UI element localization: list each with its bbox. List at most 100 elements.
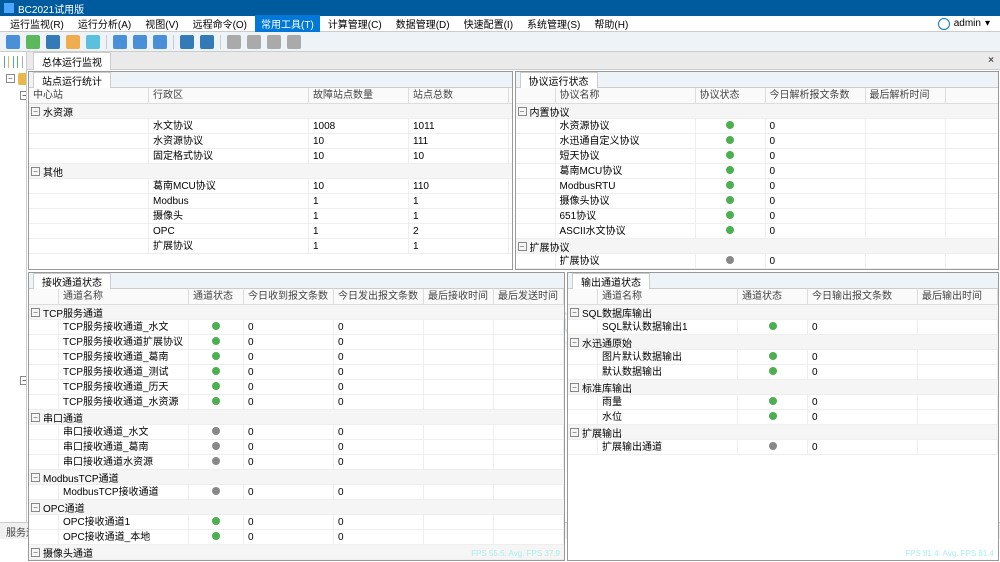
table-row[interactable]: 摄像头11 bbox=[29, 209, 512, 224]
table-row[interactable]: 水文协议10081011 bbox=[29, 119, 512, 134]
table-row[interactable]: 默认数据输出0 bbox=[568, 365, 998, 380]
table-row[interactable]: 水位0 bbox=[568, 410, 998, 425]
main: 总体运行监视 × 水迅通 WATER WAY 站点运行统计 中心站行政区故障站点… bbox=[27, 52, 1000, 522]
table-row[interactable]: TCP服务接收通道_历天00 bbox=[29, 380, 564, 395]
panel4-tab[interactable]: 输出通道状态 bbox=[572, 273, 650, 289]
titlebar: BC2021试用版 bbox=[0, 0, 1000, 16]
table-row[interactable]: 雨量0 bbox=[568, 395, 998, 410]
table-row[interactable]: 固定格式协议1010 bbox=[29, 149, 512, 164]
table-row[interactable]: ASCII水文协议0 bbox=[516, 224, 999, 239]
table-row[interactable]: 串口接收通道水资源00 bbox=[29, 455, 564, 470]
table-row[interactable]: TCP服务接收通道_葛南00 bbox=[29, 350, 564, 365]
table-row[interactable]: 扩展协议11 bbox=[29, 239, 512, 254]
menu-item[interactable]: 运行监视(R) bbox=[4, 15, 70, 32]
status-dot bbox=[726, 151, 734, 159]
tool-3[interactable] bbox=[46, 35, 60, 49]
tool-6[interactable] bbox=[113, 35, 127, 49]
menu-item[interactable]: 远程命令(O) bbox=[187, 15, 253, 32]
table-row[interactable]: 651协议0 bbox=[516, 209, 999, 224]
tool-13[interactable] bbox=[267, 35, 281, 49]
table-row[interactable]: 图片默认数据输出0 bbox=[568, 350, 998, 365]
table-row[interactable]: 串口接收通道_水文00 bbox=[29, 425, 564, 440]
main-tab[interactable]: 总体运行监视 bbox=[33, 52, 111, 70]
menu-item[interactable]: 视图(V) bbox=[139, 15, 184, 32]
table-row[interactable]: 水迅通自定义协议0 bbox=[516, 134, 999, 149]
table-row[interactable]: OPC接收通道_本地00 bbox=[29, 530, 564, 545]
status-dot bbox=[769, 352, 777, 360]
table-row[interactable]: 葛南MCU协议0 bbox=[516, 164, 999, 179]
sidebar-toolbar bbox=[2, 54, 24, 70]
table-row[interactable]: SQL默认数据输出10 bbox=[568, 320, 998, 335]
table-row[interactable]: OPC接收通道100 bbox=[29, 515, 564, 530]
expand-icon[interactable]: − bbox=[20, 376, 27, 385]
status-dot bbox=[726, 211, 734, 219]
panel2-tab[interactable]: 协议运行状态 bbox=[520, 72, 598, 88]
status-dot bbox=[726, 121, 734, 129]
tool-7[interactable] bbox=[133, 35, 147, 49]
status-dot bbox=[769, 412, 777, 420]
table-group[interactable]: −SQL数据库输出 bbox=[568, 305, 998, 320]
tree-node[interactable]: −接收通道 bbox=[18, 372, 24, 389]
tool-4[interactable] bbox=[66, 35, 80, 49]
tree-node[interactable]: −协议 bbox=[18, 87, 24, 104]
menu-item[interactable]: 帮助(H) bbox=[588, 15, 634, 32]
tool-8[interactable] bbox=[153, 35, 167, 49]
menu-item[interactable]: 数据管理(D) bbox=[390, 15, 456, 32]
menu-item[interactable]: 系统管理(S) bbox=[521, 15, 586, 32]
tree[interactable]: −采集系统架构−协议−SL651_2014651协议−SL651_2014_AS… bbox=[2, 70, 24, 522]
menu-item[interactable]: 运行分析(A) bbox=[72, 15, 137, 32]
table-group[interactable]: −标准库输出 bbox=[568, 380, 998, 395]
table-row[interactable]: 串口接收通道_葛南00 bbox=[29, 440, 564, 455]
username: admin bbox=[954, 18, 981, 29]
table-group[interactable]: −水迅通原始 bbox=[568, 335, 998, 350]
table-group[interactable]: −ModbusTCP通道 bbox=[29, 470, 564, 485]
table-group[interactable]: −扩展输出 bbox=[568, 425, 998, 440]
fps-right: FPS 81.4: Avg. FPS 81.4 bbox=[905, 549, 994, 558]
table-row[interactable]: 葛南MCU协议10110 bbox=[29, 179, 512, 194]
tree-root[interactable]: −采集系统架构 bbox=[4, 70, 24, 87]
tool-12[interactable] bbox=[247, 35, 261, 49]
table-row[interactable]: ModbusRTU0 bbox=[516, 179, 999, 194]
table-row[interactable]: TCP服务接收通道_水资源00 bbox=[29, 395, 564, 410]
status-dot bbox=[212, 517, 220, 525]
panel3-tab[interactable]: 接收通道状态 bbox=[33, 273, 111, 289]
table-row[interactable]: OPC12 bbox=[29, 224, 512, 239]
table-group[interactable]: −扩展协议 bbox=[516, 239, 999, 254]
tool-11[interactable] bbox=[227, 35, 241, 49]
table-row[interactable]: TCP服务接收通道_测试00 bbox=[29, 365, 564, 380]
table-row[interactable]: TCP服务接收通道_水文00 bbox=[29, 320, 564, 335]
tool-9[interactable] bbox=[180, 35, 194, 49]
tool-5[interactable] bbox=[86, 35, 100, 49]
table-row[interactable]: 摄像头协议0 bbox=[516, 194, 999, 209]
table-group[interactable]: −内置协议 bbox=[516, 104, 999, 119]
table-group[interactable]: −其他 bbox=[29, 164, 512, 179]
table-group[interactable]: −OPC通道 bbox=[29, 500, 564, 515]
table-group[interactable]: −串口通道 bbox=[29, 410, 564, 425]
menu-item[interactable]: 快速配置(I) bbox=[458, 15, 519, 32]
app-title: BC2021试用版 bbox=[18, 1, 84, 16]
menu-item[interactable]: 计算管理(C) bbox=[322, 15, 388, 32]
expand-icon[interactable]: − bbox=[20, 91, 27, 100]
table-row[interactable]: 扩展输出通道0 bbox=[568, 440, 998, 455]
menu-item[interactable]: 常用工具(T) bbox=[255, 15, 320, 32]
tool-14[interactable] bbox=[287, 35, 301, 49]
panel1-tab[interactable]: 站点运行统计 bbox=[33, 72, 111, 88]
table-row[interactable]: TCP服务接收通道扩展协议00 bbox=[29, 335, 564, 350]
table-row[interactable]: Modbus11 bbox=[29, 194, 512, 209]
user-button[interactable]: admin ▾ bbox=[932, 18, 996, 30]
table-row[interactable]: 水资源协议0 bbox=[516, 119, 999, 134]
tool-1[interactable] bbox=[6, 35, 20, 49]
toolbar bbox=[0, 32, 1000, 52]
table-group[interactable]: −TCP服务通道 bbox=[29, 305, 564, 320]
table-row[interactable]: 短天协议0 bbox=[516, 149, 999, 164]
table-row[interactable]: 水资源协议10111 bbox=[29, 134, 512, 149]
table-row[interactable]: 扩展协议0 bbox=[516, 254, 999, 269]
tool-10[interactable] bbox=[200, 35, 214, 49]
status-dot bbox=[212, 427, 220, 435]
tool-2[interactable] bbox=[26, 35, 40, 49]
status-dot bbox=[726, 136, 734, 144]
close-icon[interactable]: × bbox=[988, 55, 994, 66]
status-dot bbox=[726, 226, 734, 234]
table-group[interactable]: −水资源 bbox=[29, 104, 512, 119]
table-row[interactable]: ModbusTCP接收通道00 bbox=[29, 485, 564, 500]
